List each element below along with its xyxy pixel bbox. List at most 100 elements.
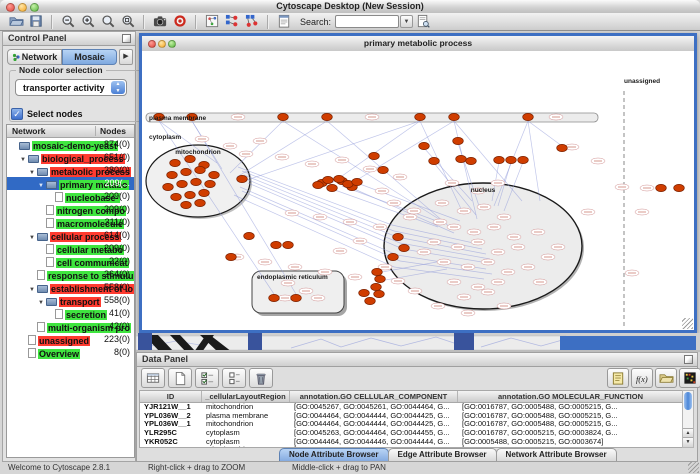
network-tree-item[interactable]: macromolecule311(0) bbox=[7, 216, 134, 229]
cell-region[interactable]: cytoplasm bbox=[202, 438, 290, 447]
cell-molecular-function[interactable]: [GO:0016787, GO:0005488, GO:0005215, G..… bbox=[458, 412, 682, 421]
cell-region[interactable]: mitochondrion bbox=[202, 446, 290, 447]
graph-node[interactable] bbox=[191, 178, 202, 185]
graph-node[interactable] bbox=[237, 175, 248, 182]
graph-node[interactable] bbox=[557, 144, 568, 151]
network-image-icon[interactable] bbox=[203, 14, 221, 30]
network-view-window[interactable]: primary metabolic process plasma membran… bbox=[139, 33, 697, 333]
cell-cellular-component[interactable]: [GO:0045263, GO:0044464, GO:0044455, G..… bbox=[290, 429, 458, 438]
open-icon[interactable] bbox=[7, 14, 25, 30]
graph-node[interactable] bbox=[369, 152, 380, 159]
graph-node[interactable] bbox=[334, 175, 345, 182]
graph-node[interactable] bbox=[378, 166, 389, 173]
graph-node[interactable] bbox=[177, 180, 188, 187]
graph-node[interactable] bbox=[456, 155, 467, 162]
graph-node[interactable] bbox=[322, 113, 333, 120]
graph-node[interactable] bbox=[226, 253, 237, 260]
graph-node[interactable] bbox=[393, 233, 404, 240]
tree-column-network[interactable]: Network bbox=[12, 125, 46, 137]
save-icon[interactable] bbox=[27, 14, 45, 30]
scroll-down-icon[interactable]: ▼ bbox=[683, 437, 693, 447]
function-builder-icon[interactable]: f(x) bbox=[631, 368, 653, 388]
graph-node[interactable] bbox=[171, 193, 182, 200]
graph-node[interactable] bbox=[167, 171, 178, 178]
search-dropdown-arrow-icon[interactable]: ▼ bbox=[400, 15, 413, 28]
graph-node[interactable] bbox=[291, 294, 302, 301]
scrollbar-thumb[interactable] bbox=[684, 392, 692, 410]
cell-id[interactable]: YLR295C bbox=[140, 429, 202, 438]
tab-network[interactable]: Network bbox=[7, 49, 62, 65]
tree-column-nodes[interactable]: Nodes bbox=[100, 125, 126, 137]
graph-node[interactable] bbox=[656, 184, 667, 191]
more-tabs-arrow-icon[interactable]: ▶ bbox=[119, 49, 133, 65]
graph-node[interactable] bbox=[181, 168, 192, 175]
network-tree-item[interactable]: ▼metabolic process280(0) bbox=[7, 164, 134, 177]
cell-id[interactable]: YPL036W__2 bbox=[140, 412, 202, 421]
network-tree-item[interactable]: mosaic-demo-yeast874(0) bbox=[7, 138, 134, 151]
notes-icon[interactable] bbox=[607, 368, 629, 388]
graph-node[interactable] bbox=[365, 297, 376, 304]
graph-node[interactable] bbox=[278, 113, 289, 120]
graph-node[interactable] bbox=[185, 191, 196, 198]
new-attribute-icon[interactable] bbox=[168, 368, 192, 388]
column-header[interactable]: annotation.GO MOLECULAR_FUNCTION bbox=[458, 391, 684, 402]
zoom-fit-icon[interactable] bbox=[99, 14, 117, 30]
cell-molecular-function[interactable]: [GO:0016787, GO:0005215, GO:0003824, G..… bbox=[458, 429, 682, 438]
network-tree-item[interactable]: nitrogen compo209(0) bbox=[7, 203, 134, 216]
graph-node[interactable] bbox=[205, 180, 216, 187]
graph-node[interactable] bbox=[271, 241, 282, 248]
graph-node[interactable] bbox=[674, 184, 685, 191]
graph-node[interactable] bbox=[371, 283, 382, 290]
cell-cellular-component[interactable]: [GO:0045267, GO:0045261, GO:0044464, G..… bbox=[290, 403, 458, 412]
network-tree-item[interactable]: Overview8(0) bbox=[7, 346, 134, 359]
column-header[interactable]: ID bbox=[140, 391, 202, 402]
graph-node[interactable] bbox=[374, 290, 385, 297]
graph-node[interactable] bbox=[352, 178, 363, 185]
zoom-out-icon[interactable] bbox=[59, 14, 77, 30]
network-tree-header[interactable]: Network Nodes bbox=[7, 125, 134, 138]
graph-node[interactable] bbox=[163, 183, 174, 190]
graph-node[interactable] bbox=[323, 176, 334, 183]
tab-mosaic[interactable]: Mosaic bbox=[62, 49, 117, 65]
cell-id[interactable]: YKR052C bbox=[140, 438, 202, 447]
graph-node[interactable] bbox=[170, 159, 181, 166]
window-resize-grip[interactable] bbox=[682, 318, 693, 329]
cell-id[interactable]: YPL036W__1 bbox=[140, 420, 202, 429]
cell-cellular-component[interactable]: [GO:0044464, GO:0044444, GO:0044425, G..… bbox=[290, 412, 458, 421]
graph-node[interactable] bbox=[449, 113, 460, 120]
graph-node[interactable] bbox=[429, 157, 440, 164]
network-tree-item[interactable]: unassigned223(0) bbox=[7, 333, 134, 346]
graph-node[interactable] bbox=[372, 268, 383, 275]
network-tree-item[interactable]: ▼transport558(0) bbox=[7, 294, 134, 307]
network-tree-item[interactable]: cellular metabo209(0) bbox=[7, 242, 134, 255]
table-scrollbar[interactable]: ▲ ▼ bbox=[682, 390, 694, 448]
cell-region[interactable]: cytoplasm bbox=[202, 429, 290, 438]
graph-node[interactable] bbox=[419, 142, 430, 149]
cell-cellular-component[interactable]: [GO:0044464, GO:0044444, GO:0044425, G..… bbox=[290, 420, 458, 429]
attribute-matrix-icon[interactable] bbox=[679, 368, 700, 388]
table-row[interactable]: YDR039C__1mitochondrion[GO:0044464, GO:0… bbox=[140, 446, 682, 447]
table-row[interactable]: YPL036W__1mitochondrion[GO:0044464, GO:0… bbox=[140, 420, 682, 429]
cell-id[interactable]: YDR039C__1 bbox=[140, 446, 202, 447]
tab-node-attribute-browser[interactable]: Node Attribute Browser bbox=[279, 448, 389, 461]
graph-node[interactable] bbox=[466, 157, 477, 164]
select-nodes-checkbox[interactable]: ✓ bbox=[11, 108, 23, 120]
network-tree-item[interactable]: cell communicat22(0) bbox=[7, 255, 134, 268]
cell-cellular-component[interactable]: [GO:0044464, GO:0044446, GO:0044444, G..… bbox=[290, 438, 458, 447]
graph-node[interactable] bbox=[244, 232, 255, 239]
node-color-select[interactable]: transporter activity ▲▼ bbox=[15, 79, 127, 96]
graph-node[interactable] bbox=[209, 171, 220, 178]
graph-node[interactable] bbox=[269, 294, 280, 301]
float-panel-icon[interactable] bbox=[684, 355, 693, 364]
table-row[interactable]: YJR121W__1mitochondrion[GO:0045267, GO:0… bbox=[140, 403, 682, 412]
table-row[interactable]: YLR295Ccytoplasm[GO:0045263, GO:0044464,… bbox=[140, 429, 682, 438]
network-tree-item[interactable]: multi-organism pro42(0) bbox=[7, 320, 134, 333]
graph-node[interactable] bbox=[415, 113, 426, 120]
search-advanced-icon[interactable] bbox=[414, 14, 432, 30]
unselect-attributes-icon[interactable] bbox=[222, 368, 246, 388]
graph-node[interactable] bbox=[518, 156, 529, 163]
graph-node[interactable] bbox=[199, 189, 210, 196]
tab-network-attribute-browser[interactable]: Network Attribute Browser bbox=[496, 448, 617, 461]
column-header[interactable]: annotation.GO CELLULAR_COMPONENT bbox=[290, 391, 458, 402]
graph-node[interactable] bbox=[185, 155, 196, 162]
